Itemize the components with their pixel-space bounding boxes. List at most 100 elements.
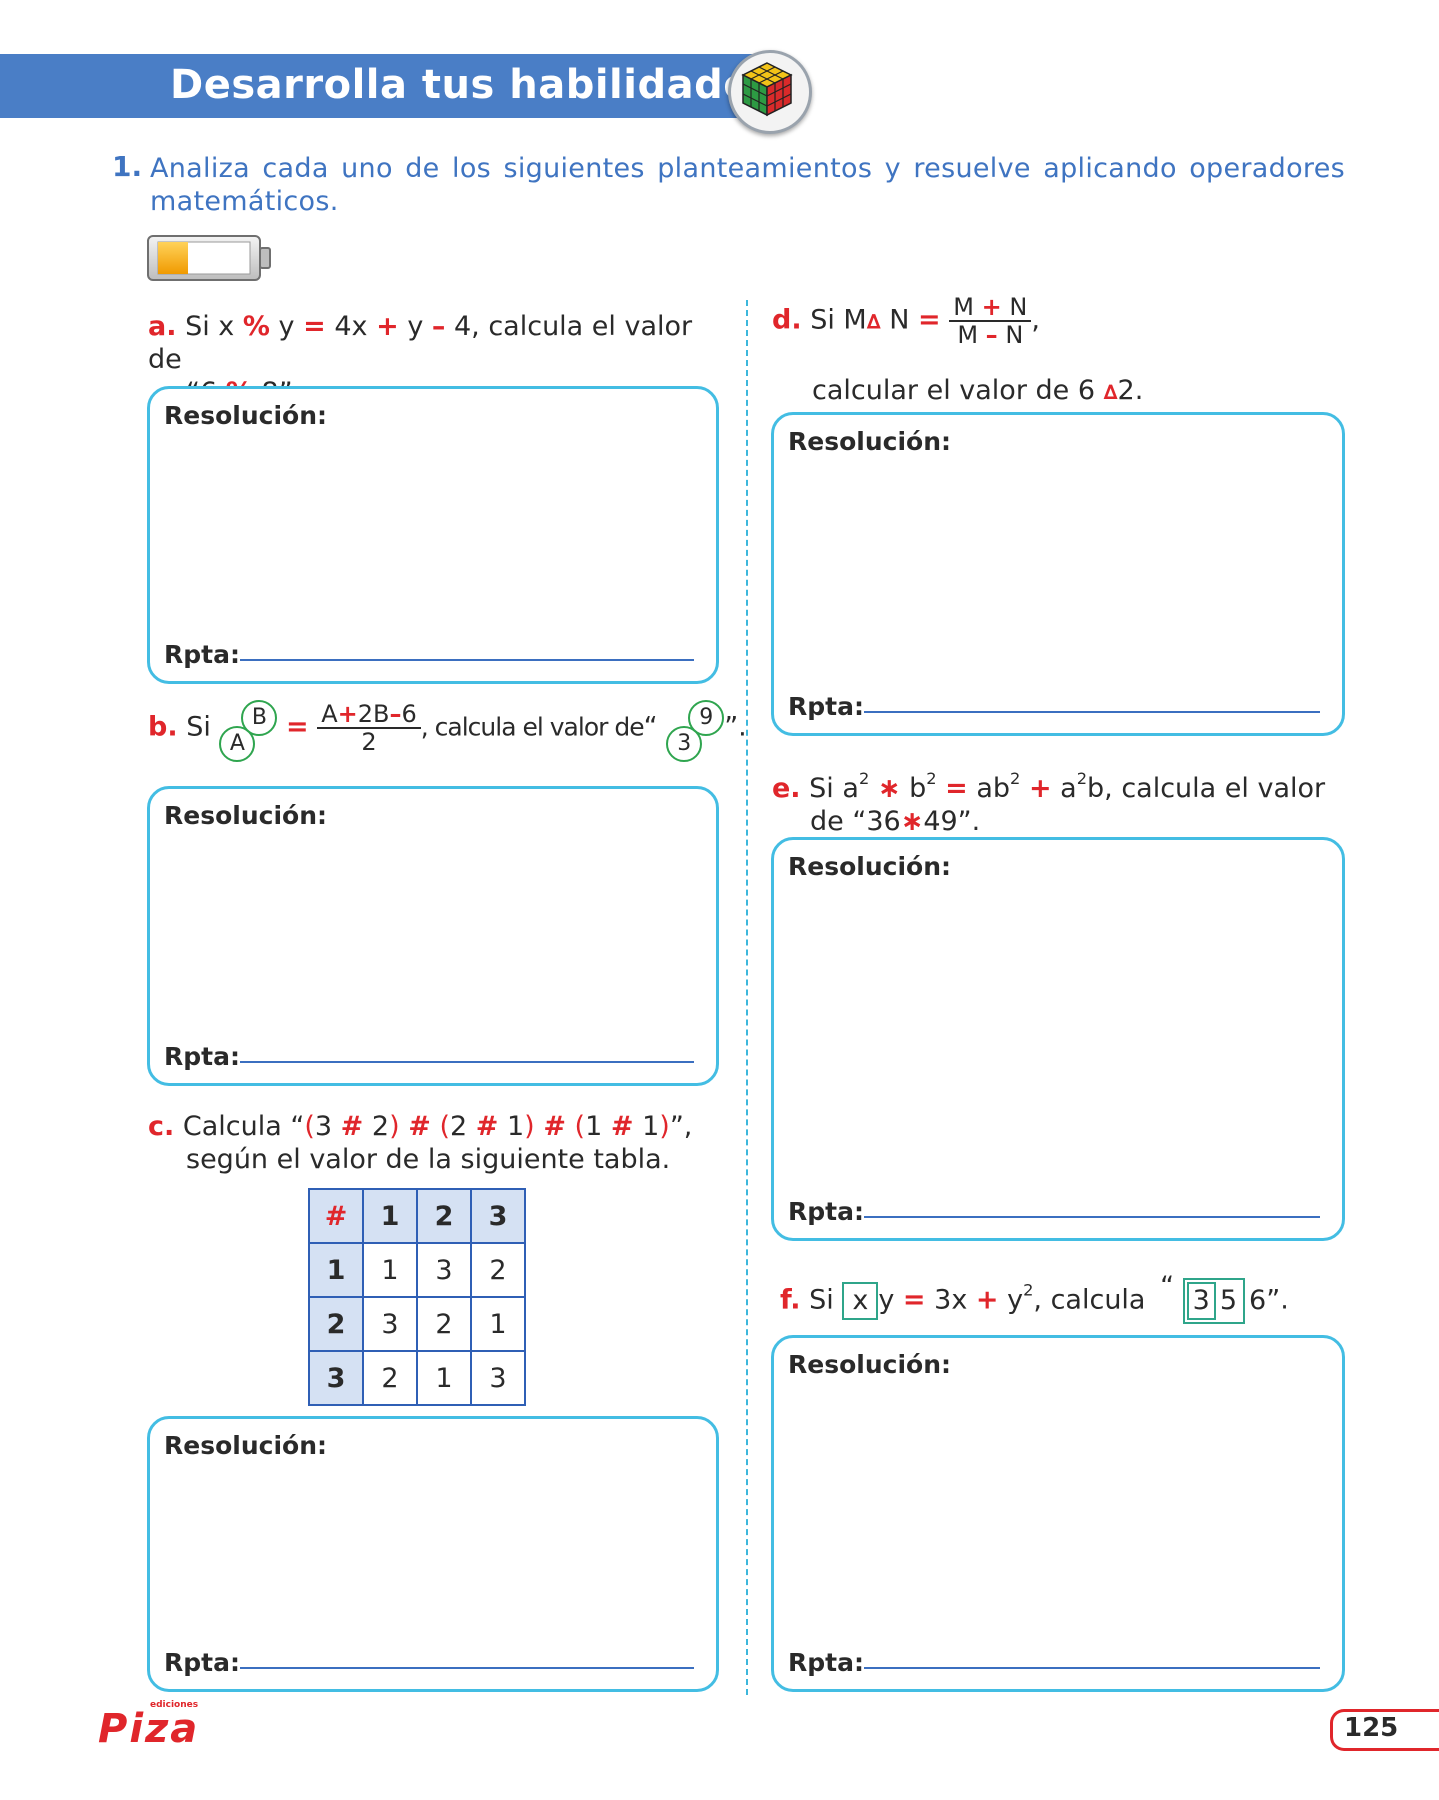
resolution-box-b[interactable]: Resolución: Rpta: (147, 786, 719, 1086)
text: N (1005, 321, 1024, 349)
table-cell: 1 (470, 1296, 526, 1352)
question-number: 1. (112, 150, 143, 183)
answer-line[interactable] (864, 1216, 1320, 1218)
text: 2. (1117, 375, 1144, 406)
text: a (1060, 772, 1077, 804)
table-cell: 3 (362, 1296, 418, 1352)
answer-label: Rpta: (788, 1648, 864, 1677)
text: , calcula (1033, 1284, 1146, 1316)
item-letter: f. (780, 1284, 801, 1316)
table-row: 3 2 1 3 (308, 1350, 526, 1406)
operator: # (543, 1111, 566, 1142)
item-c-statement: c. Calcula “(3 # 2) # (2 # 1) # (1 # 1)”… (148, 1111, 693, 1175)
table-cell: 2 (362, 1350, 418, 1406)
fraction: A+2B–6 2 (317, 701, 421, 755)
text: M (957, 321, 979, 349)
text: Si M (810, 304, 867, 336)
answer-label: Rpta: (164, 1648, 240, 1677)
operation-table: # 1 2 3 1 1 3 2 2 3 2 1 3 2 1 3 (308, 1188, 526, 1406)
item-d-line2: calcular el valor de 6 ∆2. (812, 374, 1143, 409)
resolution-box-f[interactable]: Resolución: Rpta: (771, 1335, 1345, 1692)
fraction: M + N M – N (949, 293, 1032, 349)
exponent: 2 (1010, 769, 1021, 788)
text: 1 (585, 1111, 603, 1142)
text: y (407, 311, 424, 342)
exponent: 2 (1023, 1280, 1034, 1300)
operator: # (475, 1111, 499, 1142)
resolution-label: Resolución: (788, 427, 951, 456)
answer-label: Rpta: (788, 692, 864, 721)
resolution-box-a[interactable]: Resolución: Rpta: (147, 386, 719, 684)
operator: ∆ (866, 309, 881, 334)
plus: + (975, 1284, 999, 1316)
table-col-header: 3 (470, 1188, 526, 1244)
minus: – (389, 700, 402, 728)
text: 49”. (923, 805, 981, 837)
square-operator: x (842, 1281, 879, 1320)
text: 6 (1249, 1284, 1267, 1316)
table-row-header: 2 (308, 1296, 364, 1352)
text: 6 (401, 700, 417, 728)
text: A (321, 700, 338, 728)
text: Si (186, 711, 211, 743)
answer-line[interactable] (240, 1061, 694, 1063)
circle-operator: B A (219, 700, 278, 762)
circle-bottom: 3 (666, 726, 703, 762)
text: calcular el valor de 6 (812, 375, 1096, 406)
table-row: 2 3 2 1 (308, 1296, 526, 1352)
answer-line[interactable] (864, 1667, 1320, 1669)
text: b (909, 772, 927, 804)
text: N (889, 304, 910, 336)
text: 2 (449, 1111, 468, 1142)
exponent: 2 (1076, 769, 1088, 788)
battery-icon (146, 234, 276, 282)
equals: = (902, 1284, 926, 1316)
resolution-box-d[interactable]: Resolución: Rpta: (771, 412, 1345, 736)
item-letter: a. (148, 311, 177, 342)
item-letter: d. (772, 304, 802, 336)
table-col-header: 2 (416, 1188, 472, 1244)
answer-line[interactable] (240, 1667, 694, 1669)
table-col-header: 1 (362, 1188, 418, 1244)
resolution-label: Resolución: (164, 401, 327, 430)
text: de “36 (810, 805, 901, 837)
answer-line[interactable] (864, 711, 1320, 713)
equals: = (303, 311, 326, 342)
item-e-statement: e. Si a2 ∗ b2 = ab2 + a2b, calcula el va… (772, 762, 1352, 838)
resolution-box-e[interactable]: Resolución: Rpta: (771, 837, 1345, 1241)
answer-line[interactable] (240, 659, 694, 661)
answer-label: Rpta: (788, 1197, 864, 1226)
resolution-label: Resolución: (164, 801, 327, 830)
operator: # (340, 1111, 364, 1142)
table-row-header: 1 (308, 1242, 364, 1298)
resolution-box-c[interactable]: Resolución: Rpta: (147, 1416, 719, 1692)
text: “ (1160, 1271, 1175, 1302)
nested-square-value: 35 (1182, 1277, 1246, 1324)
text: , (1031, 304, 1040, 336)
text: 3x (934, 1284, 968, 1316)
inner-square: 3 (1186, 1281, 1216, 1320)
denominator: 2 (361, 728, 377, 756)
item-b-statement: b. Si B A = A+2B–6 2 , calcula el valor … (148, 700, 748, 762)
circle-value: 9 3 (666, 700, 725, 762)
plus: + (1028, 772, 1052, 804)
logo-text: Piza (98, 1706, 200, 1752)
text: 4x (334, 311, 368, 342)
table-corner: # (308, 1188, 364, 1244)
text: N (1009, 293, 1028, 321)
operator: # (408, 1111, 431, 1142)
page-number: 125 (1344, 1713, 1399, 1743)
text: Si a (809, 772, 859, 804)
minus: – (985, 321, 998, 349)
text: según el valor de la siguiente tabla. (186, 1144, 671, 1175)
text: y (1007, 1284, 1024, 1316)
circle-bottom: A (219, 726, 256, 762)
text: 2 (371, 1111, 390, 1142)
text: ”. (724, 711, 747, 743)
minus: – (431, 311, 446, 342)
table-cell: 2 (470, 1242, 526, 1298)
text: M (953, 293, 974, 321)
text: Si x (185, 311, 235, 342)
text: ”. (1266, 1284, 1289, 1316)
table-header-row: # 1 2 3 (308, 1188, 526, 1244)
